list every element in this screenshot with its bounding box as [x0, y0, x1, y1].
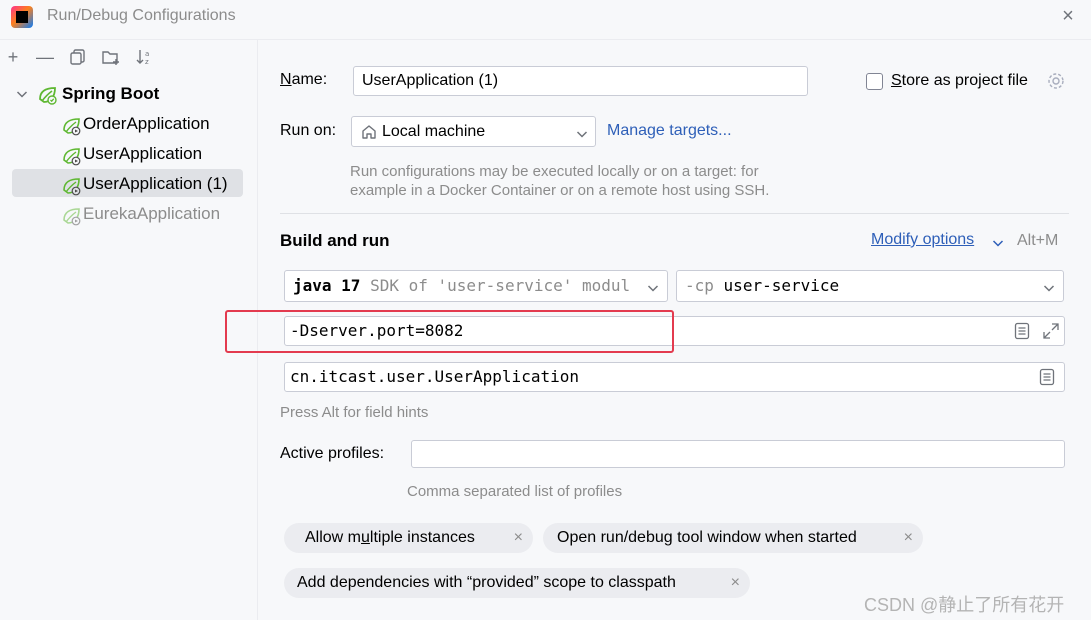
build-and-run-heading: Build and run — [280, 231, 390, 250]
home-icon — [360, 123, 378, 141]
new-folder-icon[interactable] — [100, 46, 122, 68]
chevron-down-icon[interactable] — [16, 87, 28, 99]
name-label-rest: ame: — [291, 71, 328, 88]
chip-open-tool-window: Open run/debug tool window when started … — [543, 523, 923, 553]
classpath-module-dropdown[interactable]: -cp user-service — [676, 270, 1064, 302]
tree-item-orderapplication[interactable]: OrderApplication — [83, 110, 210, 138]
name-label: Name: — [280, 71, 328, 88]
manage-targets-link[interactable]: Manage targets... — [607, 122, 732, 140]
tree-item-userapplication-1[interactable]: UserApplication (1) — [83, 170, 228, 198]
chip-label: Allow multiple instances — [305, 529, 475, 546]
modify-options-link[interactable]: Modify options — [871, 231, 974, 249]
profiles-hint-text: Comma separated list of profiles — [407, 483, 623, 500]
active-profiles-input[interactable] — [411, 440, 1065, 468]
cp-module: user-service — [723, 276, 840, 295]
chip-label: Add dependencies with “provided” scope t… — [297, 574, 676, 591]
modify-options-shortcut: Alt+M — [1017, 232, 1059, 249]
spring-app-icon — [62, 116, 81, 136]
chevron-down-icon — [647, 281, 659, 293]
run-on-value: Local machine — [382, 123, 486, 140]
remove-icon[interactable]: — — [34, 46, 56, 68]
chevron-down-icon — [992, 236, 1004, 248]
maximize-arrows-icon[interactable] — [1041, 321, 1061, 341]
run-on-hint-line1: Run configurations may be executed local… — [350, 163, 759, 180]
jdk-version: java 17 — [293, 276, 361, 295]
intellij-logo-icon — [11, 6, 33, 28]
section-divider — [280, 213, 1069, 214]
remove-chip-icon[interactable]: × — [731, 568, 740, 598]
tree-item-eurekaapplication[interactable]: EurekaApplication — [83, 200, 220, 228]
add-icon[interactable]: + — [2, 46, 24, 68]
tree-group-spring-boot[interactable]: Spring Boot — [62, 80, 159, 108]
configurations-sidebar: + — az Spring Boot OrderApplication User… — [0, 40, 258, 620]
spring-app-icon — [62, 176, 81, 196]
name-field[interactable]: UserApplication (1) — [353, 66, 808, 96]
run-on-label: Run on: — [280, 122, 337, 139]
jdk-dropdown[interactable]: java 17 SDK of 'user-service' modul — [284, 270, 668, 302]
run-on-hint-line2: example in a Docker Container or on a re… — [350, 182, 770, 199]
tree-item-userapplication[interactable]: UserApplication — [83, 140, 202, 168]
store-as-project-label: Store as project file — [891, 72, 1028, 89]
active-profiles-label: Active profiles: — [280, 445, 385, 462]
main-class-value: cn.itcast.user.UserApplication — [290, 367, 579, 386]
jdk-value: java 17 SDK of 'user-service' modul — [293, 271, 630, 301]
copy-icon[interactable] — [67, 46, 89, 68]
csdn-watermark: CSDN @静止了所有花开 — [864, 595, 1065, 615]
window-title: Run/Debug Configurations — [47, 7, 236, 24]
classpath-value: -cp user-service — [685, 271, 839, 301]
spring-boot-icon — [38, 85, 57, 105]
chip-label: Open run/debug tool window when started — [557, 529, 857, 546]
remove-chip-icon[interactable]: × — [514, 523, 523, 553]
browse-class-icon[interactable] — [1039, 368, 1055, 386]
name-field-value: UserApplication (1) — [362, 72, 499, 89]
expand-text-icon[interactable] — [1014, 322, 1030, 340]
spring-app-icon — [62, 206, 81, 226]
svg-text:a: a — [145, 50, 149, 58]
jdk-description: SDK of 'user-service' modul — [370, 276, 631, 295]
sort-icon[interactable]: az — [133, 46, 155, 68]
title-bar: Run/Debug Configurations × — [0, 0, 1091, 40]
store-as-project-checkbox[interactable] — [866, 73, 883, 90]
highlight-annotation-box — [225, 310, 674, 353]
close-icon[interactable]: × — [1058, 5, 1078, 27]
settings-gear-icon[interactable] — [1047, 72, 1065, 90]
cp-flag: -cp — [685, 276, 714, 295]
chevron-down-icon — [1043, 281, 1055, 293]
svg-text:z: z — [145, 58, 149, 66]
remove-chip-icon[interactable]: × — [904, 523, 913, 553]
chevron-down-icon — [576, 127, 588, 139]
chip-provided-scope: Add dependencies with “provided” scope t… — [284, 568, 750, 598]
field-hint-text: Press Alt for field hints — [280, 404, 429, 421]
run-on-dropdown[interactable]: Local machine — [351, 116, 596, 147]
main-class-field[interactable]: cn.itcast.user.UserApplication — [284, 362, 1065, 392]
chip-allow-multiple-instances: Allow multiple instances × — [284, 523, 533, 553]
spring-app-icon — [62, 146, 81, 166]
